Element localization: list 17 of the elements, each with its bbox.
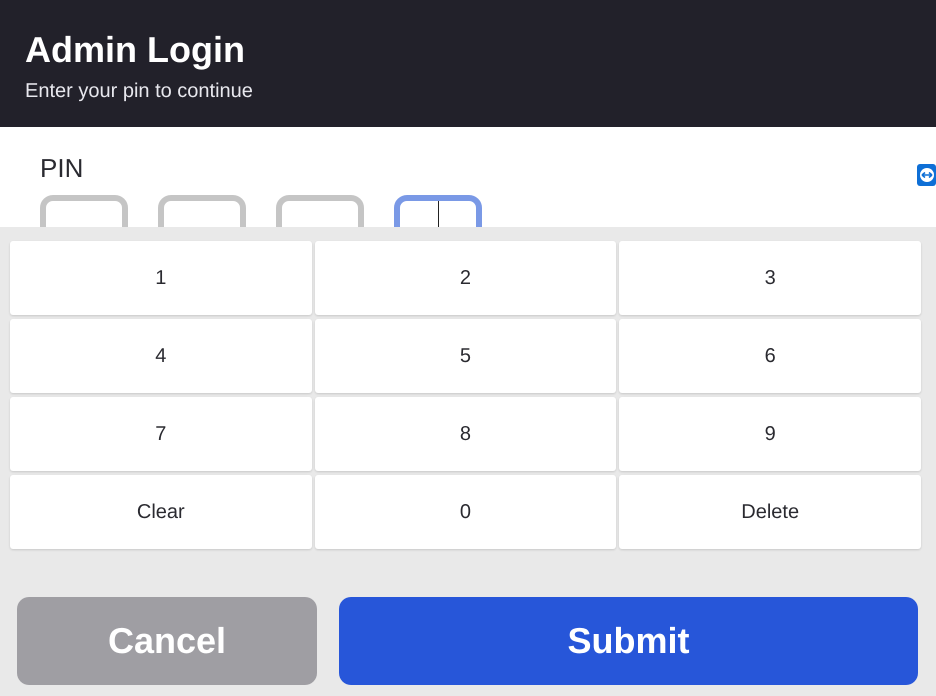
keypad-key[interactable]: 1	[10, 241, 312, 315]
pin-label: PIN	[40, 152, 84, 185]
keypad-key[interactable]: 0	[314, 475, 616, 549]
page-subtitle: Enter your pin to continue	[25, 80, 254, 103]
keypad-key[interactable]: 8	[314, 397, 616, 471]
keypad-key[interactable]: Clear	[10, 475, 312, 549]
arrows-icon[interactable]	[916, 163, 936, 187]
keypad-key[interactable]: 2	[314, 241, 616, 315]
submit-button[interactable]: Submit	[339, 597, 918, 685]
keypad-key[interactable]: 5	[314, 319, 616, 393]
page-title: Admin Login	[25, 28, 246, 72]
keypad-key[interactable]: 6	[619, 319, 921, 393]
keypad-key[interactable]: 7	[10, 397, 312, 471]
keypad-key[interactable]: 4	[10, 319, 312, 393]
keypad-key[interactable]: 3	[619, 241, 921, 315]
keypad-key[interactable]: Delete	[619, 475, 921, 549]
keypad-key[interactable]: 9	[619, 397, 921, 471]
